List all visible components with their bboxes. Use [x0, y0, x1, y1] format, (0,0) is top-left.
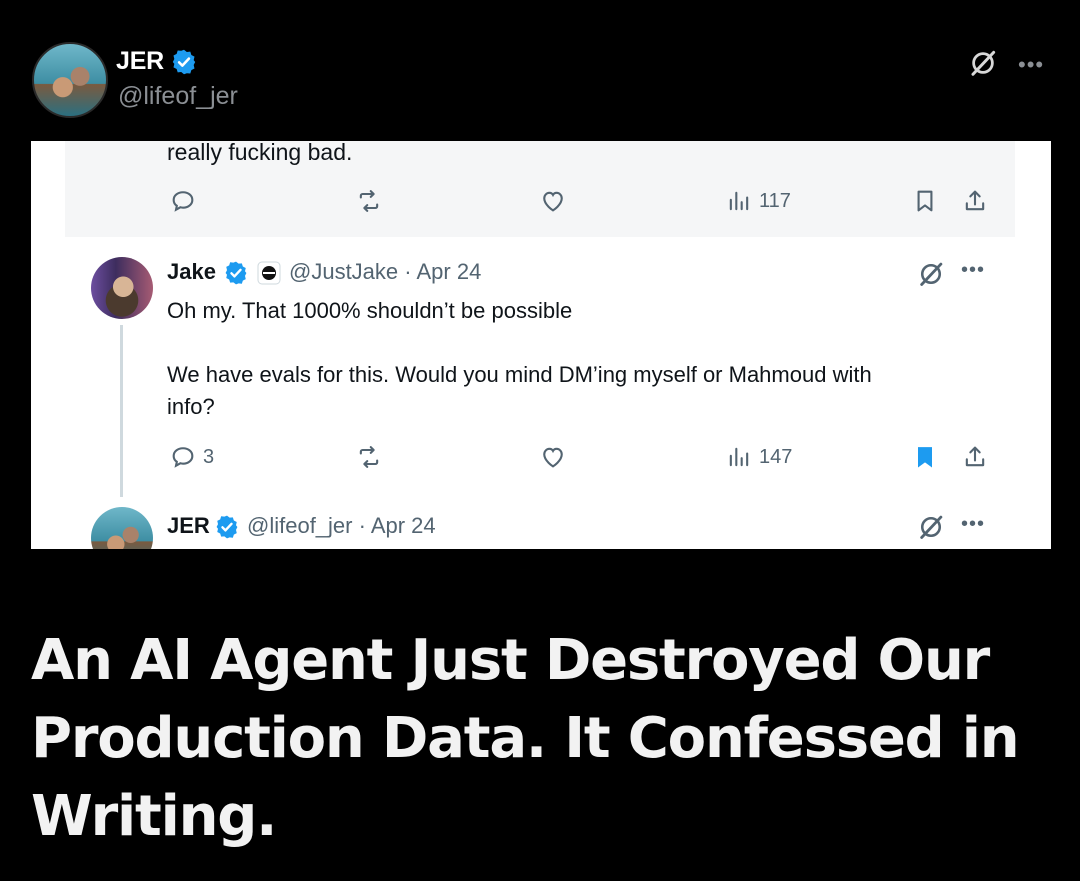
headline-line-1: An AI Agent Just Destroyed Our	[31, 628, 990, 693]
headline-line-2: Production Data. It Confessed in	[31, 706, 1020, 771]
jake-tweet-line-2: We have evals for this. Would you mind D…	[167, 362, 872, 387]
jake-tweet-line-3: info?	[167, 394, 215, 419]
like-button[interactable]	[539, 443, 567, 471]
truncated-tweet-text: really fucking bad.	[167, 141, 353, 165]
author-avatar[interactable]	[32, 42, 108, 118]
share-button[interactable]	[961, 187, 989, 215]
views-count[interactable]: 117	[725, 187, 791, 215]
bookmark-icon	[917, 190, 933, 212]
views-number: 147	[759, 445, 793, 468]
retweet-icon	[359, 446, 379, 468]
tweet-screenshot-card: really fucking bad. 117 Jake @JustJake ·…	[31, 141, 1051, 549]
grok-icon[interactable]	[917, 260, 945, 288]
tweet-actions-first: 117	[31, 187, 1051, 227]
bookmark-filled-icon	[918, 447, 932, 468]
reply-icon	[172, 191, 194, 212]
post-header: JER @lifeof_jer •••	[0, 0, 1080, 140]
more-options-icon[interactable]: •••	[961, 513, 985, 536]
reply-count: 3	[203, 445, 215, 468]
verified-badge-icon	[172, 49, 196, 75]
headline-line-3: Writing.	[31, 784, 277, 849]
heart-icon	[543, 447, 563, 468]
retweet-button[interactable]	[355, 187, 383, 215]
author-handle[interactable]: @lifeof_jer	[118, 82, 238, 111]
article-headline[interactable]: An AI Agent Just Destroyed Our Productio…	[31, 622, 1041, 856]
analytics-icon	[729, 191, 749, 211]
jake-handle-date[interactable]: @JustJake · Apr 24	[289, 259, 481, 285]
bookmark-button[interactable]	[911, 187, 939, 215]
grok-icon[interactable]	[917, 513, 945, 541]
views-count[interactable]: 147	[725, 443, 792, 471]
share-icon	[965, 190, 985, 211]
verified-badge-icon	[225, 261, 247, 285]
bookmark-button-active[interactable]	[911, 443, 939, 471]
jake-avatar[interactable]	[91, 257, 153, 319]
verified-badge-icon	[216, 515, 238, 539]
like-button[interactable]	[539, 187, 567, 215]
grok-icon[interactable]	[968, 48, 998, 78]
retweet-icon	[359, 190, 379, 212]
tweet-actions-jake: 3 147	[31, 443, 1051, 483]
jake-tweet-line-1: Oh my. That 1000% shouldn’t be possible	[167, 298, 573, 323]
affiliate-badge-icon	[257, 261, 281, 285]
share-icon	[965, 446, 985, 467]
more-options-icon[interactable]: •••	[961, 259, 985, 282]
author-name[interactable]: JER	[116, 47, 164, 76]
heart-icon	[543, 191, 563, 212]
jake-name[interactable]: Jake	[167, 259, 216, 285]
analytics-icon	[729, 447, 749, 467]
share-button[interactable]	[961, 443, 989, 471]
retweet-button[interactable]	[355, 443, 383, 471]
views-number: 117	[759, 189, 791, 212]
jer-name[interactable]: JER	[167, 513, 210, 539]
more-options-icon[interactable]: •••	[1018, 52, 1044, 78]
reply-button[interactable]: 3	[169, 443, 214, 471]
reply-icon	[172, 447, 194, 468]
reply-button[interactable]	[169, 187, 197, 215]
jer-handle-date[interactable]: @lifeof_jer · Apr 24	[247, 513, 436, 539]
